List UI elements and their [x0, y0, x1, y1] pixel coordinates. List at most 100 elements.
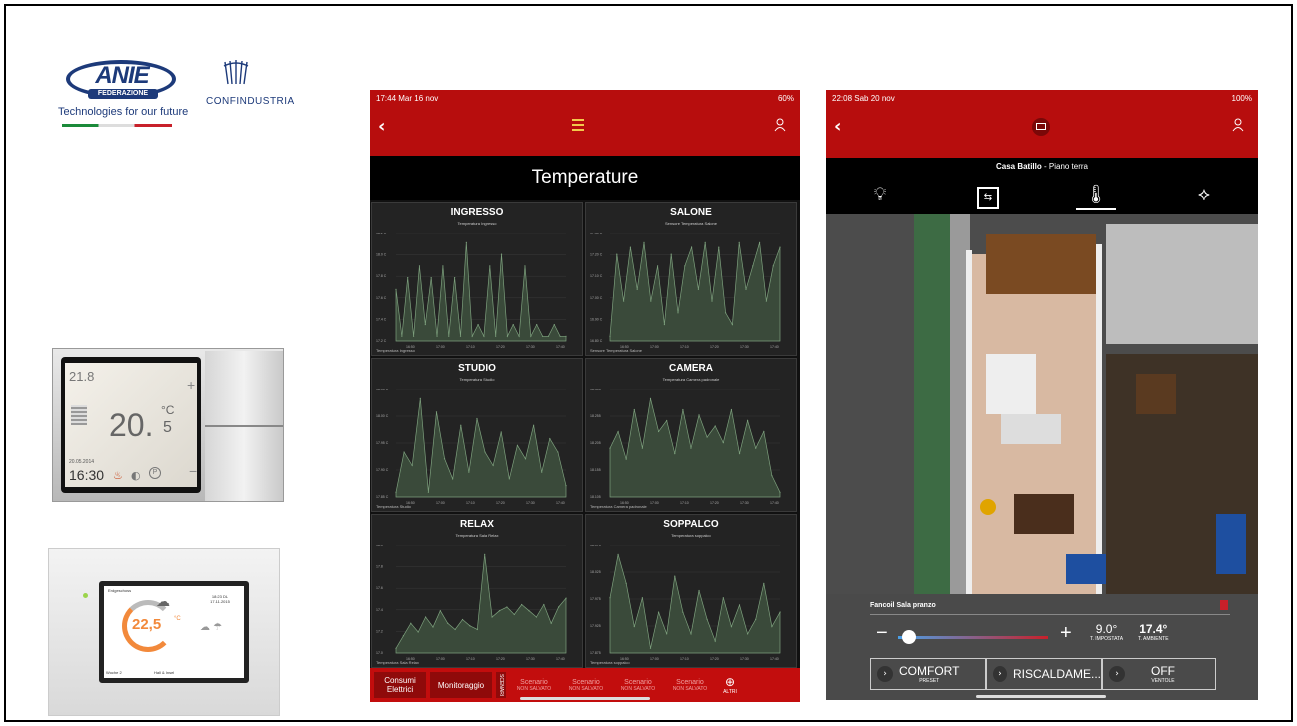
y-tick-label: 17.00 C — [590, 296, 603, 300]
heating-icon: ♨ — [113, 469, 123, 482]
x-tick-label: 17:40 — [770, 501, 779, 505]
back-chevron-icon[interactable]: ‹ — [834, 116, 841, 137]
y-tick-label: 18.205 — [590, 441, 601, 445]
chart-point — [772, 265, 774, 267]
chart-point — [779, 246, 781, 248]
tab-shutters[interactable]: ⇆ — [968, 180, 1008, 210]
chart-title: INGRESSO — [450, 207, 504, 218]
italian-flag-stripe — [62, 124, 172, 127]
temperature-slider-track[interactable] — [898, 636, 1048, 639]
chart-area-series — [609, 554, 781, 654]
chart-point — [697, 288, 699, 290]
chart-point — [461, 618, 464, 621]
chevron-right-icon: › — [877, 666, 893, 682]
chart-title: RELAX — [460, 519, 494, 530]
y-tick-label: 17.875 — [590, 651, 601, 655]
scenario-button[interactable]: Scenario NON SALVATO — [614, 672, 662, 698]
chart-point — [663, 323, 665, 326]
weather-icon: ☁ ☂ — [200, 622, 223, 633]
chevron-right-icon: › — [993, 666, 1007, 682]
thermostat-2-unit: °C — [174, 616, 181, 622]
fan-selector[interactable]: › OFF VENTOLE — [1102, 658, 1216, 690]
chart-point — [491, 616, 493, 618]
chart-point — [755, 447, 757, 449]
increase-button[interactable]: + — [1060, 622, 1072, 645]
chart-plot: 17.2 C 17.4 C 17.6 C 17.8 C 18.0 C 18.2 C 16:5… — [376, 233, 567, 349]
temperature-slider-thumb[interactable] — [902, 630, 916, 644]
chart-point — [459, 335, 462, 337]
house-name: Casa Batillo — [995, 162, 1042, 171]
device-icon[interactable] — [1032, 118, 1050, 136]
chart-point — [553, 323, 555, 326]
ambient-temperature-value: 17.4° — [1139, 622, 1168, 636]
thermostat-1-display: 21.8 20. °C 5 + − 20.05.2014 16:30 ♨ ◐ P — [65, 363, 197, 487]
altri-button[interactable]: ⊕ ALTRI — [718, 672, 742, 698]
cloud-sun-icon: ☁ — [156, 594, 170, 610]
decrease-button[interactable]: − — [876, 622, 888, 645]
monitoraggio-button[interactable]: Monitoraggio — [430, 672, 492, 698]
scenario-label: Scenario — [572, 678, 600, 686]
scenari-tab[interactable]: SCENARI — [496, 672, 506, 698]
add-circle-icon: ⊕ — [724, 675, 736, 689]
tab-network[interactable]: ⟡ — [1184, 180, 1224, 210]
grid-icon — [71, 405, 87, 425]
y-tick-label: 17.10 C — [590, 274, 603, 278]
chart-plot: 16.80 C 16.90 C 17.00 C 17.10 C 17.20 C 17.30… — [590, 233, 781, 349]
chart-point — [643, 241, 645, 243]
floor-plan-map[interactable] — [826, 214, 1258, 594]
chart-point — [674, 575, 676, 577]
user-icon[interactable] — [1232, 118, 1244, 132]
chart-point — [711, 300, 713, 302]
tab-lights[interactable]: 💡︎ — [860, 180, 900, 210]
x-tick-label: 17:30 — [740, 657, 749, 661]
status-time: 22:08 Sab 20 nov — [832, 94, 895, 103]
house-menu-icon[interactable] — [572, 116, 588, 134]
fan-label: VENTOLE — [1151, 678, 1175, 684]
chart-point — [565, 335, 567, 337]
scenario-sub: NON SALVATO — [620, 685, 656, 692]
divider — [205, 425, 283, 427]
chart-point — [530, 335, 532, 337]
chart-title: SALONE — [670, 207, 712, 218]
chart-point — [730, 626, 733, 628]
scenario-button[interactable]: Scenario NON SALVATO — [562, 672, 610, 698]
chart-point — [714, 425, 716, 427]
x-tick-label: 17:40 — [770, 657, 779, 661]
chart-panel-relax: RELAX Temperatura Sala Relax Temperatura S… — [371, 514, 583, 668]
chart-point — [725, 312, 727, 314]
thermostat-photo-1: 21.8 20. °C 5 + − 20.05.2014 16:30 ♨ ◐ P — [52, 348, 284, 502]
network-icon: ⟡ — [1198, 184, 1210, 205]
chart-point — [609, 447, 611, 449]
chart-point — [395, 647, 397, 649]
trash-icon[interactable] — [1220, 600, 1228, 610]
chart-point — [706, 618, 708, 621]
mode-selector[interactable]: › RISCALDAME... — [986, 658, 1102, 690]
chart-point — [714, 640, 716, 642]
chart-point — [483, 335, 485, 337]
chart-point — [418, 265, 421, 267]
scenario-button[interactable]: Scenario NON SALVATO — [510, 672, 558, 698]
x-tick-label: 17:20 — [496, 501, 505, 505]
x-tick-label: 17:40 — [556, 345, 565, 349]
user-icon[interactable] — [774, 118, 786, 132]
x-tick-label: 17:30 — [526, 345, 535, 349]
scenario-button[interactable]: Scenario NON SALVATO — [666, 672, 714, 698]
back-chevron-icon[interactable]: ‹ — [378, 116, 385, 137]
chart-point — [674, 453, 676, 455]
status-bar: 22:08 Sab 20 nov 100% — [826, 90, 1258, 110]
tablet-floor-plan: 22:08 Sab 20 nov 100% ‹ Casa Batillo - P… — [826, 90, 1258, 700]
x-tick-label: 17:30 — [526, 657, 535, 661]
chart-point — [625, 582, 627, 584]
preset-selector[interactable]: › COMFORT PRESET — [870, 658, 986, 690]
y-tick-label: 18.2 C — [376, 233, 387, 235]
chart-point — [738, 604, 741, 606]
tab-temperature[interactable]: 🌡︎ — [1076, 180, 1116, 210]
chart-point — [424, 616, 427, 618]
program-icon: P — [149, 467, 161, 479]
divider — [870, 614, 1230, 615]
x-tick-label: 17:20 — [496, 345, 505, 349]
scenario-sub: NON SALVATO — [516, 685, 552, 692]
chart-point — [763, 582, 765, 584]
consumi-button[interactable]: Consumi Elettrici — [374, 672, 426, 698]
minus-icon: − — [189, 463, 198, 479]
